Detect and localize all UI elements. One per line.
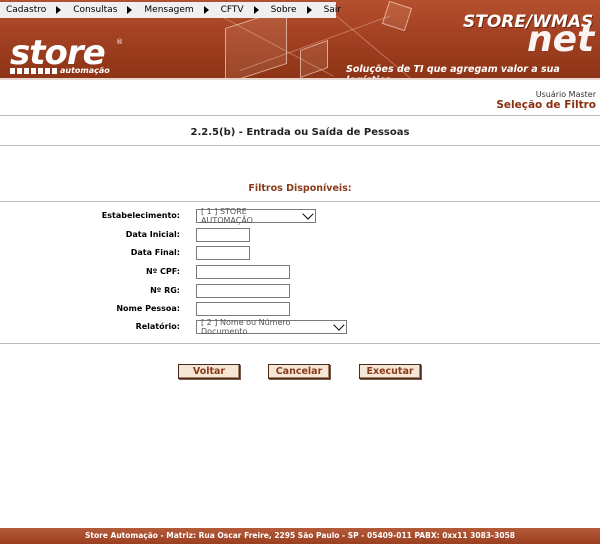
row-estabelecimento: Estabelecimento: [ 1 ] STORE AUTOMAÇÃO [0, 207, 600, 225]
top-menu: Cadastro Consultas Mensagem CFTV Sobre S… [0, 2, 341, 18]
divider [0, 115, 600, 116]
menu-arrow-icon [306, 6, 312, 14]
footer: Store Automação - Matriz: Rua Oscar Frei… [0, 528, 600, 544]
header-underline [0, 78, 600, 80]
menu-mensagem-label: Mensagem [144, 5, 194, 15]
executar-button[interactable]: Executar [359, 364, 421, 379]
divider [0, 201, 600, 202]
menu-cftv[interactable]: CFTV [215, 5, 265, 15]
data-inicial-label: Data Inicial: [125, 230, 180, 239]
menu-sair-label: Sair [323, 5, 342, 15]
menu-mensagem[interactable]: Mensagem [138, 5, 214, 15]
estabelecimento-select[interactable]: [ 1 ] STORE AUTOMAÇÃO [196, 207, 316, 225]
logo-stripes [10, 68, 58, 74]
menu-sobre[interactable]: Sobre [265, 5, 318, 15]
nome-pessoa-input[interactable] [196, 302, 290, 316]
header-banner: Cadastro Consultas Mensagem CFTV Sobre S… [0, 0, 600, 78]
relatorio-value: [ 2 ] Nome ou Número Documento [201, 318, 291, 336]
cpf-input[interactable] [196, 265, 290, 279]
rg-label: Nº RG: [150, 286, 180, 295]
divider [0, 145, 600, 146]
data-inicial-input[interactable] [196, 228, 250, 242]
data-final-input[interactable] [196, 246, 250, 260]
menu-cftv-label: CFTV [220, 5, 244, 15]
estabelecimento-label: Estabelecimento: [101, 211, 180, 220]
menu-consultas[interactable]: Consultas [67, 5, 138, 15]
menu-sair[interactable]: Sair [318, 5, 341, 15]
report-title: 2.2.5(b) - Entrada ou Saída de Pessoas [190, 127, 410, 138]
filters-title: Filtros Disponíveis: [248, 183, 352, 194]
row-rg: Nº RG: [0, 284, 600, 300]
row-data-inicial: Data Inicial: [0, 228, 600, 244]
store-logo: store [10, 33, 106, 73]
logo-subtitle: automação [60, 66, 110, 75]
tagline: Soluções de TI que agregam valor a sua l… [346, 64, 560, 78]
menu-arrow-icon [203, 6, 209, 14]
nome-pessoa-label: Nome Pessoa: [116, 304, 180, 313]
menu-cadastro[interactable]: Cadastro [0, 5, 67, 15]
estabelecimento-value: [ 1 ] STORE AUTOMAÇÃO [201, 207, 253, 225]
menu-arrow-icon [127, 6, 133, 14]
row-nome-pessoa: Nome Pessoa: [0, 302, 600, 318]
relatorio-select[interactable]: [ 2 ] Nome ou Número Documento [196, 318, 347, 336]
registered-mark: ® [116, 38, 123, 46]
row-data-final: Data Final: [0, 246, 600, 262]
brand-line2: net [527, 19, 595, 60]
screen-title: Seleção de Filtro [496, 99, 596, 111]
chevron-down-icon [302, 208, 314, 220]
cpf-label: Nº CPF: [146, 267, 180, 276]
menu-arrow-icon [253, 6, 259, 14]
menu-arrow-icon [56, 6, 62, 14]
cancelar-button[interactable]: Cancelar [268, 364, 330, 379]
chevron-down-icon [333, 319, 345, 331]
menu-cadastro-label: Cadastro [6, 5, 47, 15]
rg-input[interactable] [196, 284, 290, 298]
menu-consultas-label: Consultas [73, 5, 118, 15]
data-final-label: Data Final: [130, 248, 180, 257]
user-name: Usuário Master [535, 90, 596, 99]
voltar-button[interactable]: Voltar [178, 364, 240, 379]
row-cpf: Nº CPF: [0, 265, 600, 281]
decor-cube [225, 7, 287, 78]
divider [0, 343, 600, 344]
relatorio-label: Relatório: [135, 322, 180, 331]
menu-sobre-label: Sobre [270, 5, 297, 15]
row-relatorio: Relatório: [ 2 ] Nome ou Número Document… [0, 318, 600, 336]
